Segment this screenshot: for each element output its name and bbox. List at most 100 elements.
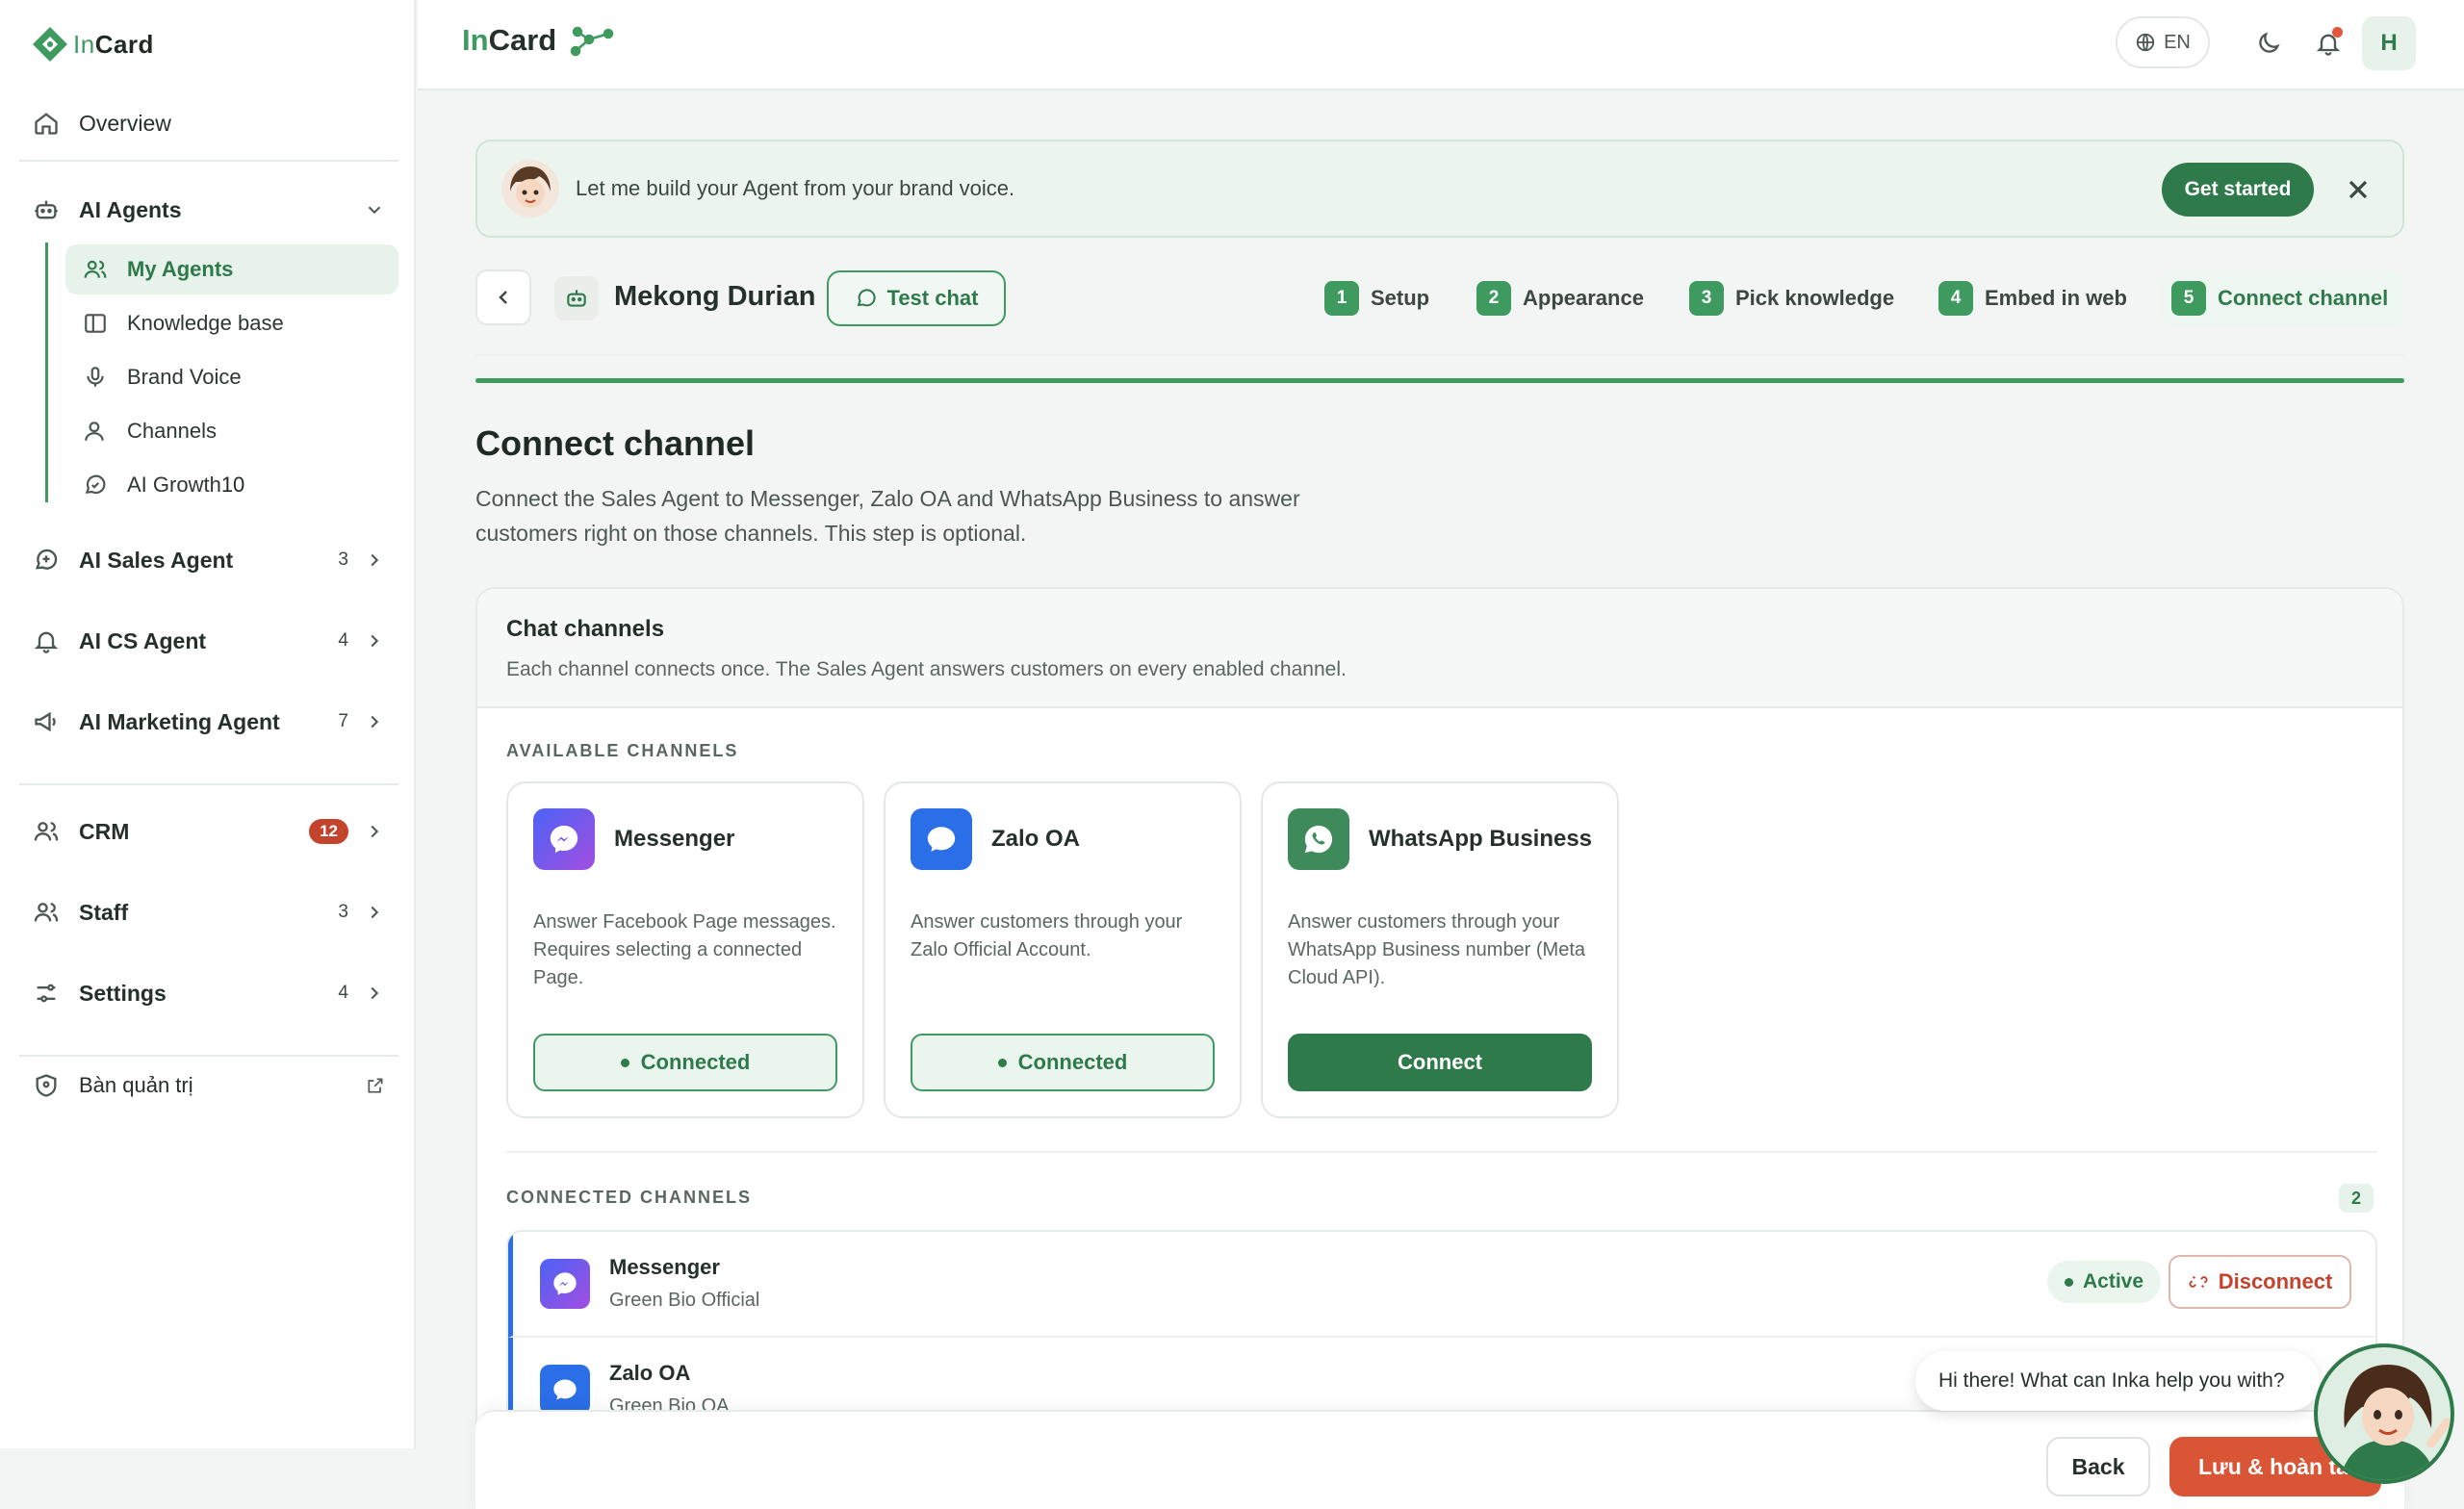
sidebar-item-count: 7	[338, 711, 348, 731]
channel-card-messenger: Messenger Answer Facebook Page messages.…	[506, 781, 864, 1118]
sidebar-item-label: My Agents	[127, 257, 234, 281]
status-dot	[2065, 1277, 2073, 1287]
whatsapp-connect-button[interactable]: Connect	[1288, 1034, 1592, 1091]
language-switcher[interactable]: EN	[2116, 16, 2210, 68]
sidebar-item-label: Bàn quản trị	[79, 1073, 193, 1097]
sidebar-item-label: AI CS Agent	[79, 627, 207, 653]
sidebar-item-ai-agents[interactable]: AI Agents	[19, 183, 398, 237]
sidebar-item-staff[interactable]: Staff 3	[19, 885, 398, 939]
brand[interactable]: InCard	[462, 23, 614, 58]
connected-count-badge: 2	[2339, 1184, 2374, 1213]
close-icon[interactable]	[2343, 174, 2374, 205]
submenu-indicator	[45, 243, 48, 502]
user-avatar[interactable]: H	[2362, 16, 2416, 70]
sidebar-item-knowledge-base[interactable]: Knowledge base	[65, 298, 398, 348]
sidebar-item-label: Knowledge base	[127, 311, 284, 335]
sidebar-item-label: AI Agents	[79, 196, 182, 222]
step-label: Appearance	[1523, 286, 1644, 310]
sidebar-item-overview[interactable]: Overview	[19, 96, 398, 150]
sidebar-item-label: CRM	[79, 818, 130, 844]
available-channels-label: AVAILABLE CHANNELS	[506, 741, 739, 760]
globe-icon	[2136, 33, 2155, 52]
sidebar-divider	[19, 160, 398, 162]
sidebar-item-label: AI Sales Agent	[79, 547, 234, 573]
step-label: Connect channel	[2218, 286, 2389, 310]
test-chat-button[interactable]: Test chat	[827, 270, 1006, 326]
sidebar-divider	[19, 783, 398, 785]
sidebar-item-ai-marketing-agent[interactable]: AI Marketing Agent 7	[19, 695, 398, 749]
disconnect-label: Disconnect	[2218, 1269, 2333, 1293]
get-started-button[interactable]: Get started	[2162, 163, 2314, 217]
banner-message: Let me build your Agent from your brand …	[576, 176, 1015, 200]
network-nodes-icon	[570, 26, 614, 57]
user-icon	[85, 422, 104, 441]
onboarding-banner: Let me build your Agent from your brand …	[475, 140, 2404, 238]
sidebar: InCard Overview AI Agents My Agents Know…	[0, 0, 416, 1448]
language-code: EN	[2164, 31, 2191, 53]
connected-channel-name: Zalo OA	[609, 1361, 691, 1385]
sidebar-logo[interactable]: InCard	[31, 25, 154, 64]
notification-dot	[2332, 27, 2343, 38]
sidebar-item-label: Staff	[79, 899, 129, 925]
step-appearance[interactable]: 2 Appearance	[1476, 279, 1644, 318]
back-arrow-button[interactable]	[475, 269, 531, 325]
sidebar-item-count: 4	[338, 630, 348, 651]
step-connect-channel[interactable]: 5 Connect channel	[2162, 270, 2402, 326]
theme-toggle-button[interactable]	[2246, 21, 2291, 65]
section-separator	[506, 1151, 2377, 1153]
sidebar-item-ai-sales-agent[interactable]: AI Sales Agent 3	[19, 533, 398, 587]
incard-logo-icon	[33, 27, 67, 62]
chevron-right-icon	[371, 906, 379, 919]
brand-prefix: In	[462, 23, 489, 57]
messenger-icon	[540, 1259, 590, 1309]
sidebar-item-brand-voice[interactable]: Brand Voice	[65, 352, 398, 402]
sidebar-item-ai-growth[interactable]: AI Growth 10	[65, 460, 398, 510]
messenger-icon	[533, 808, 595, 870]
status-dot	[620, 1058, 629, 1067]
sidebar-item-crm[interactable]: CRM 12	[19, 805, 398, 858]
moon-icon	[2259, 32, 2280, 53]
step-label: Embed in web	[1985, 286, 2127, 310]
users-icon	[34, 822, 59, 841]
chevron-right-icon	[371, 634, 379, 648]
sidebar-divider	[19, 1055, 398, 1057]
assistant-character-icon	[2318, 1347, 2451, 1480]
step-setup[interactable]: 1 Setup	[1324, 279, 1429, 318]
chevron-left-icon	[499, 291, 507, 304]
step-number: 2	[1476, 281, 1511, 316]
channel-name: Messenger	[614, 826, 735, 852]
chat-bubble-icon	[857, 289, 876, 307]
messenger-connected-button[interactable]: Connected	[533, 1034, 837, 1091]
sidebar-item-label: AI Marketing Agent	[79, 708, 280, 734]
sidebar-item-admin[interactable]: Bàn quản trị	[19, 1059, 398, 1113]
team-icon	[34, 903, 59, 922]
crm-badge: 12	[309, 819, 348, 844]
sliders-icon	[37, 984, 56, 1003]
back-button[interactable]: Back	[2046, 1437, 2150, 1496]
sidebar-item-count: 3	[338, 902, 348, 922]
external-link-icon	[368, 1078, 383, 1093]
channel-description: Answer customers through your Zalo Offic…	[911, 911, 1183, 960]
button-label: Connected	[640, 1050, 751, 1074]
zalo-connected-button[interactable]: Connected	[911, 1034, 1215, 1091]
sidebar-item-channels[interactable]: Channels	[65, 406, 398, 456]
step-label: Setup	[1371, 286, 1430, 310]
card-subtitle: Each channel connects once. The Sales Ag…	[506, 658, 1347, 680]
assistant-chat-launcher[interactable]	[2314, 1343, 2454, 1484]
chevron-down-icon	[368, 206, 381, 215]
wizard-progress-fill	[475, 378, 2404, 383]
sidebar-item-ai-cs-agent[interactable]: AI CS Agent 4	[19, 614, 398, 668]
step-embed-in-web[interactable]: 4 Embed in web	[1938, 279, 2127, 318]
wizard-progress-bar	[475, 378, 2404, 383]
card-header: Chat channels Each channel connects once…	[477, 589, 2402, 708]
chat-bubble-icon	[85, 474, 106, 495]
step-pick-knowledge[interactable]: 3 Pick knowledge	[1689, 279, 1894, 318]
sidebar-item-settings[interactable]: Settings 4	[19, 966, 398, 1020]
assistant-greeting-bubble[interactable]: Hi there! What can Inka help you with?	[1915, 1351, 2320, 1411]
channel-card-whatsapp: WhatsApp Business Answer customers throu…	[1261, 781, 1619, 1118]
sidebar-item-count: 4	[338, 983, 348, 1003]
disconnect-button[interactable]: Disconnect	[2169, 1255, 2351, 1309]
notifications-button[interactable]	[2306, 21, 2350, 65]
sidebar-item-my-agents[interactable]: My Agents	[65, 244, 398, 294]
status-dot	[997, 1058, 1007, 1067]
